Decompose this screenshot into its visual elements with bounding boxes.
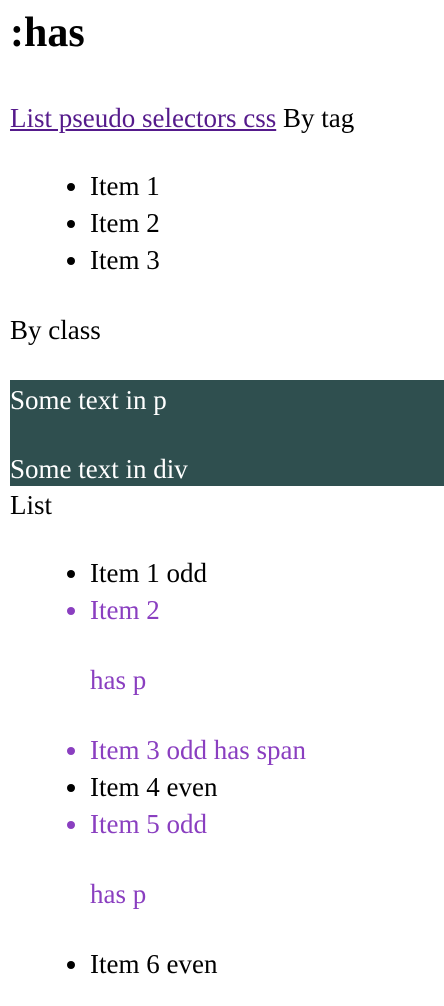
list-item: Item 3 odd has span [90, 732, 306, 769]
list-item-text: Item 1 odd [90, 558, 207, 588]
list-item-text: Item 3 odd has span [90, 735, 306, 765]
list-item: Item 1 odd [90, 555, 306, 592]
page-title: :has [10, 10, 85, 56]
child-paragraph: has p [90, 665, 147, 695]
list-label: List [10, 490, 53, 520]
list-item: Item 3 [90, 242, 160, 279]
tag-list: Item 1 Item 2 Item 3 [0, 168, 160, 279]
list-item-text: Item 4 even [90, 772, 218, 802]
by-tag-label: By tag [276, 103, 355, 133]
by-class-label: By class [10, 315, 101, 345]
list-item: Item 1 [90, 168, 160, 205]
list-pseudo-selectors-link[interactable]: List pseudo selectors css [10, 103, 276, 133]
paragraph-text: Some text in p [10, 385, 167, 415]
child-paragraph: has p [90, 879, 147, 909]
list-item: Item 2 has p [90, 592, 306, 699]
list-item-text: Item 5 odd [90, 809, 207, 839]
list-item-text: Item 2 [90, 595, 160, 625]
list-item: Item 4 even [90, 769, 306, 806]
pseudo-list: Item 1 odd Item 2 has p Item 3 odd has sp… [0, 555, 306, 983]
list-item-text: Item 6 even [90, 949, 218, 979]
page: { "page": { "title": ":has" }, "nav": { … [0, 0, 444, 1006]
list-item: Item 6 even [90, 946, 306, 983]
div-text: Some text in div [10, 454, 188, 484]
class-highlight-box: Some text in p Some text in div [10, 380, 444, 486]
list-item: Item 5 odd has p [90, 806, 306, 913]
nav-line: List pseudo selectors css By tag [10, 100, 354, 137]
list-item: Item 2 [90, 205, 160, 242]
